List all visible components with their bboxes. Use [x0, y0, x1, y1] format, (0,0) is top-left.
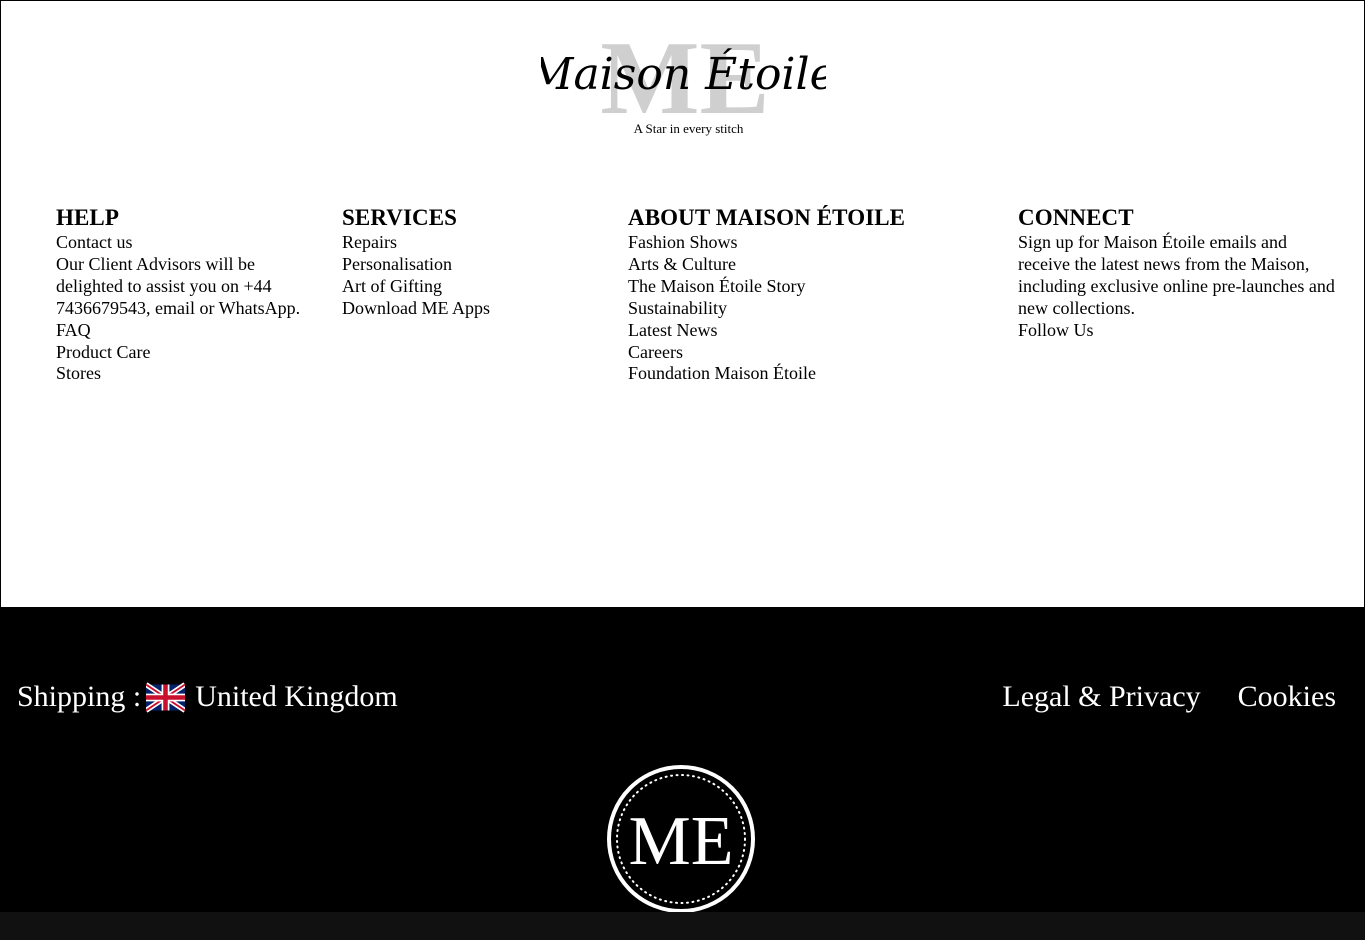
badge-monogram: ME: [629, 803, 734, 880]
logo-script-name: Maison Étoile: [541, 47, 826, 100]
product-care-link[interactable]: Product Care: [56, 342, 321, 364]
cookies-link[interactable]: Cookies: [1238, 679, 1336, 715]
services-column: SERVICES Repairs Personalisation Art of …: [342, 204, 602, 320]
stores-link[interactable]: Stores: [56, 363, 321, 385]
footer-bottom-bar: Shipping : United Kingdom Legal & Privac…: [0, 607, 1365, 913]
brand-tagline: A Star in every stitch: [633, 121, 744, 136]
story-link[interactable]: The Maison Étoile Story: [628, 276, 958, 298]
newsletter-signup-link[interactable]: Sign up for Maison Étoile emails and rec…: [1018, 232, 1338, 320]
art-of-gifting-link[interactable]: Art of Gifting: [342, 276, 602, 298]
services-heading: SERVICES: [342, 205, 458, 230]
contact-us-link[interactable]: Contact us: [56, 232, 321, 254]
about-heading: ABOUT MAISON ÉTOILE: [628, 205, 906, 230]
faq-link[interactable]: FAQ: [56, 320, 321, 342]
follow-us-link[interactable]: Follow Us: [1018, 320, 1338, 342]
legal-privacy-link[interactable]: Legal & Privacy: [1002, 679, 1200, 715]
shipping-country: United Kingdom: [195, 680, 398, 713]
bottom-strip: [0, 912, 1365, 940]
about-column: ABOUT MAISON ÉTOILE Fashion Shows Arts &…: [628, 204, 958, 385]
download-apps-link[interactable]: Download ME Apps: [342, 298, 602, 320]
shipping-selector[interactable]: Shipping : United Kingdom: [17, 679, 398, 715]
arts-culture-link[interactable]: Arts & Culture: [628, 254, 958, 276]
help-column: HELP Contact us Our Client Advisors will…: [56, 204, 321, 385]
repairs-link[interactable]: Repairs: [342, 232, 602, 254]
latest-news-link[interactable]: Latest News: [628, 320, 958, 342]
foundation-link[interactable]: Foundation Maison Étoile: [628, 363, 958, 385]
personalisation-link[interactable]: Personalisation: [342, 254, 602, 276]
shipping-label: Shipping :: [17, 680, 142, 713]
client-advisors-text: Our Client Advisors will be delighted to…: [56, 253, 301, 318]
careers-link[interactable]: Careers: [628, 342, 958, 364]
footer-top-section: ME Maison Étoile A Star in every stitch …: [0, 0, 1365, 607]
connect-column: CONNECT Sign up for Maison Étoile emails…: [1018, 204, 1338, 342]
sustainability-link[interactable]: Sustainability: [628, 298, 958, 320]
uk-flag-icon: [144, 681, 187, 713]
monogram-badge-icon: ME: [606, 764, 756, 913]
fashion-shows-link[interactable]: Fashion Shows: [628, 232, 958, 254]
legal-links: Legal & Privacy Cookies: [1002, 679, 1336, 715]
logo-graphic: ME Maison Étoile: [541, 27, 826, 127]
help-heading: HELP: [56, 205, 120, 230]
connect-heading: CONNECT: [1018, 205, 1134, 230]
